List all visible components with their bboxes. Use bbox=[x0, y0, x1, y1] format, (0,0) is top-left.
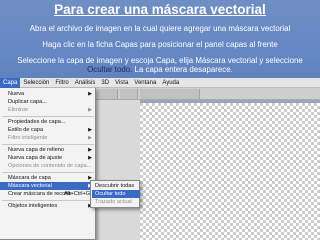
instruction-line-4-rest: La capa entera desaparece. bbox=[132, 65, 233, 74]
menu-capa[interactable]: Capa bbox=[0, 78, 21, 88]
menu-item-label: Crear máscara de recorte bbox=[8, 191, 72, 197]
menu-item-nueva[interactable]: Nueva ▶ bbox=[0, 90, 96, 98]
instruction-line-2: Haga clic en la ficha Capas para posicio… bbox=[42, 40, 278, 49]
chevron-right-icon: ▶ bbox=[88, 155, 92, 161]
document-canvas[interactable] bbox=[140, 100, 320, 240]
menu-seleccion[interactable]: Selección bbox=[20, 78, 52, 88]
menu-item-label: Máscara vectorial bbox=[8, 183, 52, 189]
menu-item-crear-mascara-de-recorte[interactable]: Crear máscara de recorte Alt+Ctrl+G bbox=[0, 190, 96, 198]
submenu-item-ocultar-todo[interactable]: Ocultar todo bbox=[92, 190, 140, 198]
mascara-vectorial-submenu: Descubrir todas Ocultar todo Trazado act… bbox=[90, 180, 140, 208]
menu-item-label: Duplicar capa... bbox=[8, 99, 47, 105]
submenu-item-trazado-actual[interactable]: Trazado actual bbox=[92, 198, 140, 206]
menu-item-estilo-de-capa[interactable]: Estilo de capa ▶ bbox=[0, 126, 96, 134]
menu-item-nueva-capa-de-relleno[interactable]: Nueva capa de relleno ▶ bbox=[0, 146, 96, 154]
menu-item-objetos-inteligentes[interactable]: Objetos inteligentes ▶ bbox=[0, 202, 96, 210]
menu-item-opciones-de-contenido[interactable]: Opciones de contenido de capa... bbox=[0, 162, 96, 170]
menu-item-shortcut: Alt+Ctrl+G bbox=[64, 191, 91, 197]
menu-separator bbox=[2, 172, 94, 173]
menu-item-filtro-inteligente[interactable]: Filtro inteligente ▶ bbox=[0, 134, 96, 142]
menu-item-label: Nueva capa de ajuste bbox=[8, 155, 63, 161]
instruction-line-4: Ocultar todo. La capa entera desaparece. bbox=[0, 65, 320, 74]
menu-item-propiedades-de-capa[interactable]: Propiedades de capa... bbox=[0, 118, 96, 126]
ocultar-todo-highlight: Ocultar todo. bbox=[87, 65, 133, 74]
menu-item-mascara-vectorial[interactable]: Máscara vectorial ▶ bbox=[0, 182, 96, 190]
instruction-line-1: Abra el archivo de imagen en la cual qui… bbox=[29, 24, 291, 33]
menu-analisis[interactable]: Análisis bbox=[72, 78, 99, 88]
menu-separator bbox=[2, 116, 94, 117]
menu-item-label: Eliminar bbox=[8, 107, 29, 113]
toolbar-group[interactable] bbox=[140, 89, 200, 99]
chevron-right-icon: ▶ bbox=[88, 91, 92, 97]
document-tab-edge bbox=[140, 100, 320, 103]
menu-item-label: Propiedades de capa... bbox=[8, 119, 66, 125]
chevron-right-icon: ▶ bbox=[88, 135, 92, 141]
menu-separator bbox=[2, 200, 94, 201]
menu-item-label: Máscara de capa bbox=[8, 175, 51, 181]
chevron-right-icon: ▶ bbox=[88, 127, 92, 133]
chevron-right-icon: ▶ bbox=[88, 107, 92, 113]
menu-separator bbox=[2, 144, 94, 145]
menu-item-label: Filtro inteligente bbox=[8, 135, 48, 141]
instruction-line-3: Seleccione la capa de imagen y escoja Ca… bbox=[17, 56, 303, 65]
menu-item-eliminar[interactable]: Eliminar ▶ bbox=[0, 106, 96, 114]
menu-item-label: Objetos inteligentes bbox=[8, 203, 58, 209]
menu-item-label: Estilo de capa bbox=[8, 127, 44, 133]
menu-ventana[interactable]: Ventana bbox=[131, 78, 159, 88]
capa-dropdown-menu: Nueva ▶ Duplicar capa... Eliminar ▶ Prop… bbox=[0, 88, 96, 240]
menu-ayuda[interactable]: Ayuda bbox=[159, 78, 182, 88]
menu-item-mascara-de-capa[interactable]: Máscara de capa ▶ bbox=[0, 174, 96, 182]
toolbar-group[interactable] bbox=[98, 89, 118, 99]
menu-3d[interactable]: 3D bbox=[98, 78, 112, 88]
menu-item-label: Nueva bbox=[8, 91, 25, 97]
menu-vista[interactable]: Vista bbox=[112, 78, 131, 88]
chevron-right-icon: ▶ bbox=[88, 147, 92, 153]
photoshop-window: Capa Selección Filtro Análisis 3D Vista … bbox=[0, 78, 320, 240]
menu-filtro[interactable]: Filtro bbox=[52, 78, 71, 88]
toolbar-group[interactable] bbox=[120, 89, 138, 99]
menu-item-label: Opciones de contenido de capa... bbox=[8, 163, 92, 169]
menu-bar: Capa Selección Filtro Análisis 3D Vista … bbox=[0, 78, 320, 88]
menu-item-duplicar-capa[interactable]: Duplicar capa... bbox=[0, 98, 96, 106]
menu-item-nueva-capa-de-ajuste[interactable]: Nueva capa de ajuste ▶ bbox=[0, 154, 96, 162]
slide-title: Para crear una máscara vectorial bbox=[54, 2, 266, 17]
submenu-item-descubrir-todas[interactable]: Descubrir todas bbox=[92, 182, 140, 190]
menu-item-label: Nueva capa de relleno bbox=[8, 147, 64, 153]
